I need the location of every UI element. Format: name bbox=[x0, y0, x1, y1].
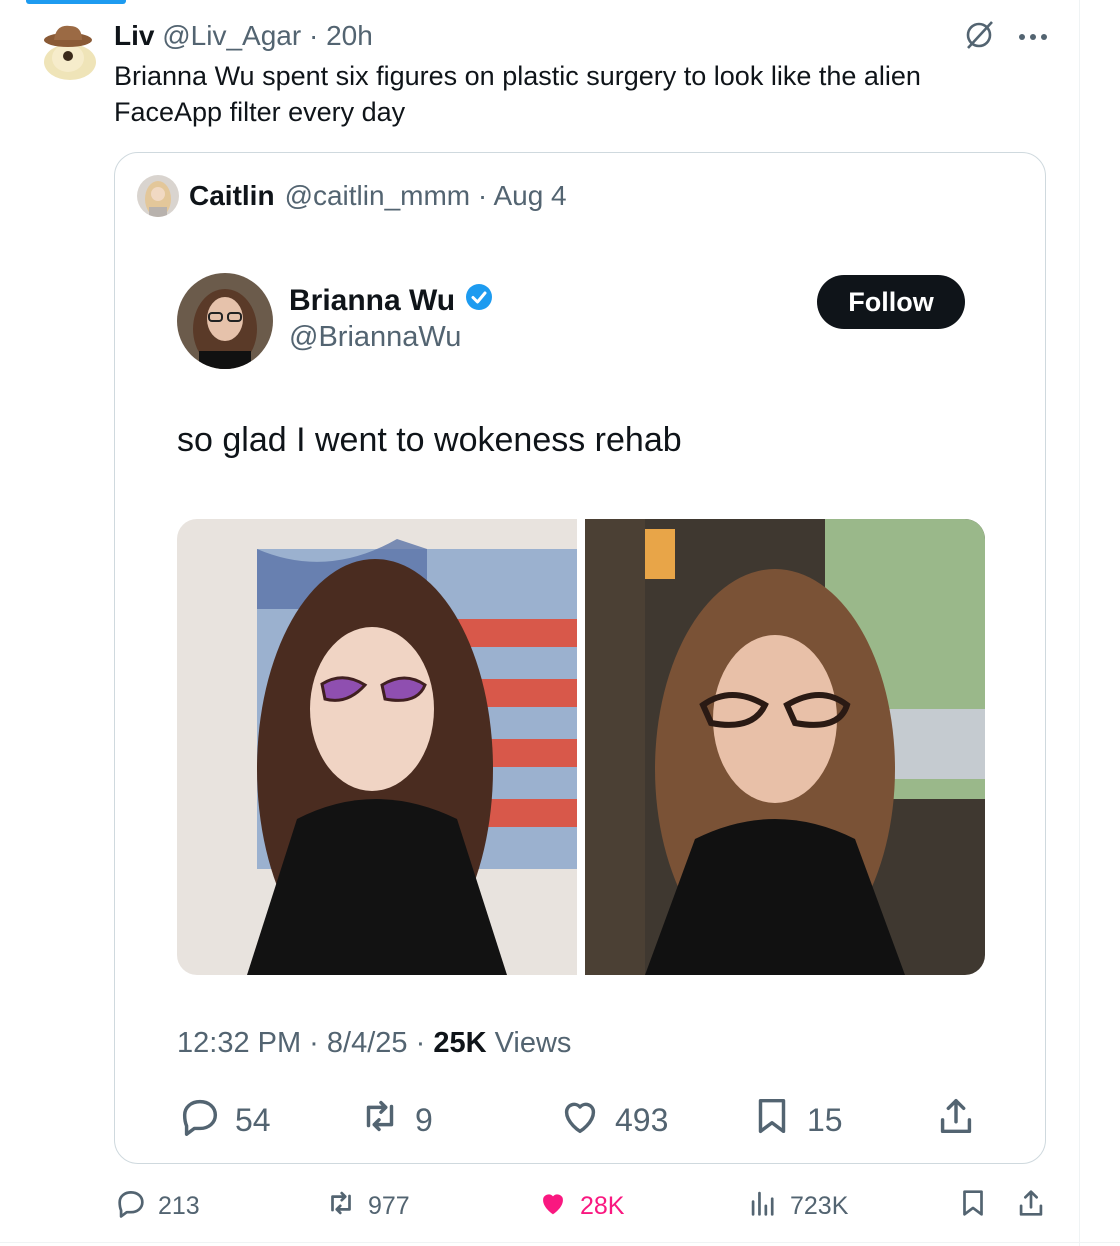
photo-left[interactable] bbox=[177, 519, 577, 975]
tweet-header: Liv @Liv_Agar · 20h bbox=[114, 18, 373, 54]
timestamp[interactable]: 12:32 PM · 8/4/25 · bbox=[177, 1027, 433, 1059]
embedded-handle[interactable]: @BriannaWu bbox=[289, 321, 461, 354]
reply-icon bbox=[177, 1093, 223, 1147]
reply-button[interactable]: 54 bbox=[177, 1093, 271, 1147]
heart-icon bbox=[557, 1093, 603, 1147]
repost-icon bbox=[357, 1093, 403, 1147]
bookmark-icon bbox=[749, 1093, 795, 1147]
like-button[interactable]: 28K bbox=[536, 1186, 624, 1227]
reply-icon bbox=[114, 1186, 148, 1227]
embedded-display-name: Brianna Wu bbox=[289, 283, 493, 319]
share-icon bbox=[1014, 1186, 1048, 1227]
views-icon bbox=[746, 1186, 780, 1227]
tweet-top-actions bbox=[962, 18, 1048, 57]
like-count: 493 bbox=[615, 1101, 669, 1138]
repost-button[interactable]: 977 bbox=[324, 1186, 410, 1227]
reply-count: 54 bbox=[235, 1101, 271, 1138]
tweet-meta: 12:32 PM · 8/4/25 · 25K Views bbox=[177, 1027, 571, 1060]
embedded-action-bar: 54 9 493 15 bbox=[177, 1093, 985, 1149]
embedded-tweet-text: so glad I went to wokeness rehab bbox=[177, 421, 682, 459]
like-count: 28K bbox=[580, 1192, 625, 1220]
quoted-author-handle-time[interactable]: @caitlin_mmm · Aug 4 bbox=[285, 180, 567, 212]
reply-button[interactable]: 213 bbox=[114, 1186, 200, 1227]
more-icon[interactable] bbox=[1018, 29, 1048, 47]
repost-count: 9 bbox=[415, 1101, 433, 1138]
views-count: 723K bbox=[790, 1192, 849, 1220]
quoted-tweet-card[interactable]: Caitlin @caitlin_mmm · Aug 4 Brianna Wu … bbox=[114, 152, 1046, 1164]
share-icon bbox=[933, 1093, 979, 1147]
grok-icon[interactable] bbox=[962, 18, 996, 57]
share-button[interactable] bbox=[1014, 1186, 1048, 1227]
column-divider bbox=[1079, 0, 1080, 1246]
author-name[interactable]: Liv bbox=[114, 20, 154, 51]
views-count: 25K bbox=[433, 1027, 487, 1059]
quoted-avatar[interactable] bbox=[137, 175, 179, 217]
bookmark-count: 15 bbox=[807, 1101, 843, 1138]
tweet-text: Brianna Wu spent six figures on plastic … bbox=[114, 61, 921, 127]
heart-icon bbox=[536, 1186, 570, 1227]
top-accent-bar bbox=[26, 0, 126, 4]
embedded-avatar[interactable] bbox=[177, 273, 273, 369]
repost-button[interactable]: 9 bbox=[357, 1093, 433, 1147]
views-button[interactable]: 723K bbox=[746, 1186, 848, 1227]
author-handle-time[interactable]: @Liv_Agar · 20h bbox=[162, 20, 373, 51]
bookmark-icon bbox=[956, 1186, 990, 1227]
follow-button[interactable]: Follow bbox=[817, 275, 965, 329]
tweet-action-bar: 213 977 28K 723K bbox=[114, 1186, 1054, 1226]
views-label: Views bbox=[486, 1027, 572, 1059]
bookmark-button[interactable] bbox=[956, 1186, 990, 1227]
avatar[interactable] bbox=[34, 18, 102, 86]
photo-right[interactable] bbox=[585, 519, 985, 975]
repost-icon bbox=[324, 1186, 358, 1227]
verified-badge-icon bbox=[465, 283, 493, 319]
reply-count: 213 bbox=[158, 1192, 200, 1220]
repost-count: 977 bbox=[368, 1192, 410, 1220]
embedded-name[interactable]: Brianna Wu bbox=[289, 284, 455, 318]
share-button[interactable] bbox=[933, 1093, 979, 1147]
like-button[interactable]: 493 bbox=[557, 1093, 668, 1147]
media-grid[interactable] bbox=[177, 519, 985, 975]
tweet-divider bbox=[0, 1242, 1120, 1243]
bookmark-button[interactable]: 15 bbox=[749, 1093, 843, 1147]
quoted-author-name[interactable]: Caitlin bbox=[189, 180, 275, 212]
quoted-tweet-header: Caitlin @caitlin_mmm · Aug 4 bbox=[137, 175, 567, 217]
